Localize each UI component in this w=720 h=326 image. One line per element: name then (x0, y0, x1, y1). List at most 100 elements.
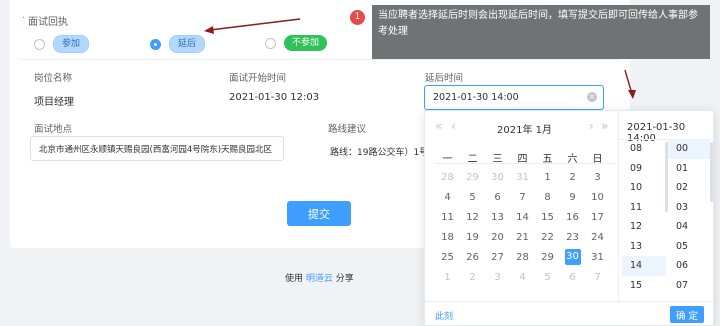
calendar-day[interactable]: 4 (435, 192, 460, 203)
radio-circle[interactable] (265, 37, 276, 49)
day-number: 12 (466, 211, 479, 223)
calendar-day[interactable]: 17 (585, 212, 610, 223)
day-number: 4 (519, 271, 526, 283)
calendar-day[interactable]: 1 (535, 172, 560, 183)
minute-option[interactable]: 03 (668, 198, 710, 218)
start-time-value: 2021-01-30 12:03 (229, 92, 320, 103)
clear-icon[interactable]: × (587, 92, 597, 102)
hour-option[interactable]: 08 (622, 139, 666, 159)
minute-option[interactable]: 07 (668, 276, 710, 296)
radio-decline[interactable]: 不参加 (265, 35, 328, 51)
week-row: 1 2 3 4 5 6 7 (435, 267, 615, 287)
day-number: 17 (591, 211, 604, 223)
picker-footer-divider (425, 301, 713, 302)
now-link[interactable]: 此刻 (435, 309, 453, 322)
hour-list[interactable]: 08 09 10 11 12 13 14 15 (622, 139, 666, 295)
day-number: 21 (516, 231, 529, 243)
calendar-day[interactable]: 14 (510, 212, 535, 223)
footer-link[interactable]: 明道云 (306, 274, 333, 284)
calendar-day[interactable]: 27 (485, 252, 510, 263)
calendar-day[interactable]: 28 (510, 252, 535, 263)
minute-scrollbar[interactable] (710, 142, 713, 202)
delay-time-label: 延后时间 (425, 73, 464, 84)
calendar-day[interactable]: 22 (535, 232, 560, 243)
calendar-day[interactable]: 23 (560, 232, 585, 243)
calendar-day[interactable]: 15 (535, 212, 560, 223)
delay-time-value: 2021-01-30 14:00 (433, 92, 519, 103)
hour-option[interactable]: 11 (622, 198, 666, 218)
day-number: 2 (569, 171, 576, 183)
calendar-day[interactable]: 7 (510, 192, 535, 203)
calendar-day[interactable]: 4 (510, 272, 535, 283)
minute-option[interactable]: 00 (668, 139, 710, 159)
calendar-day[interactable]: 13 (485, 212, 510, 223)
calendar-day[interactable]: 7 (585, 272, 610, 283)
delay-time-input[interactable]: 2021-01-30 14:00 × (424, 85, 604, 110)
calendar-day[interactable]: 31 (510, 172, 535, 183)
calendar-day[interactable]: 19 (460, 232, 485, 243)
calendar-day[interactable]: 8 (535, 192, 560, 203)
calendar-day[interactable]: 3 (585, 172, 610, 183)
calendar-day[interactable]: 16 (560, 212, 585, 223)
calendar-day[interactable]: 1 (435, 272, 460, 283)
calendar-day[interactable]: 30 (485, 172, 510, 183)
calendar-divider (435, 163, 615, 164)
day-number: 20 (491, 231, 504, 243)
calendar-day[interactable]: 2 (560, 172, 585, 183)
minute-option[interactable]: 02 (668, 178, 710, 198)
calendar-day[interactable]: 29 (460, 172, 485, 183)
minute-option[interactable]: 01 (668, 159, 710, 179)
next-month-icon[interactable]: › (589, 119, 594, 133)
calendar-day[interactable]: 5 (460, 192, 485, 203)
calendar-day[interactable]: 3 (485, 272, 510, 283)
calendar-day[interactable]: 28 (435, 172, 460, 183)
day-number: 27 (491, 251, 504, 263)
day-number: 30 (564, 249, 581, 265)
hour-option[interactable]: 09 (622, 159, 666, 179)
calendar-day[interactable]: 24 (585, 232, 610, 243)
radio-circle[interactable] (34, 38, 45, 50)
day-number: 4 (444, 191, 451, 203)
calendar-day[interactable]: 11 (435, 212, 460, 223)
radio-circle-checked[interactable] (150, 38, 161, 50)
calendar-header: « ‹ 2021年 1月 › » (425, 119, 615, 137)
prev-month-icon[interactable]: ‹ (451, 119, 456, 133)
hour-option[interactable]: 10 (622, 178, 666, 198)
calendar-day[interactable]: 21 (510, 232, 535, 243)
location-field[interactable]: 北京市通州区永顺镇天赐良园(西富河园4号院东)天赐良园北区 (30, 136, 284, 161)
hour-option[interactable]: 12 (622, 217, 666, 237)
calendar-day[interactable]: 6 (560, 272, 585, 283)
day-number: 28 (516, 251, 529, 263)
hour-option[interactable]: 15 (622, 276, 666, 296)
calendar-day[interactable]: 5 (535, 272, 560, 283)
calendar-day[interactable]: 6 (485, 192, 510, 203)
minute-option[interactable]: 06 (668, 256, 710, 276)
confirm-button[interactable]: 确 定 (670, 306, 704, 323)
datetime-picker: « ‹ 2021年 1月 › » 一 二 三 四 五 六 日 28 29 30 31 1… (424, 110, 715, 326)
calendar-day[interactable]: 2 (460, 272, 485, 283)
day-number: 18 (441, 231, 454, 243)
calendar-day[interactable]: 10 (585, 192, 610, 203)
required-mark: · (22, 13, 26, 24)
radio-postpone[interactable]: 延后 (150, 35, 206, 53)
submit-button[interactable]: 提交 (287, 201, 351, 226)
calendar-day[interactable]: 26 (460, 252, 485, 263)
minute-option[interactable]: 05 (668, 237, 710, 257)
day-number: 30 (491, 171, 504, 183)
hour-option[interactable]: 13 (622, 237, 666, 257)
calendar-day[interactable]: 18 (435, 232, 460, 243)
calendar-day[interactable]: 25 (435, 252, 460, 263)
calendar-day[interactable]: 20 (485, 232, 510, 243)
calendar-day[interactable]: 9 (560, 192, 585, 203)
radio-attend[interactable]: 参加 (34, 35, 90, 53)
calendar-day[interactable]: 30 (560, 249, 585, 265)
next-year-icon[interactable]: » (601, 119, 608, 133)
week-row: 28 29 30 31 1 2 3 (435, 167, 615, 187)
calendar-day[interactable]: 12 (460, 212, 485, 223)
prev-year-icon[interactable]: « (435, 119, 442, 133)
calendar-day[interactable]: 31 (585, 252, 610, 263)
hour-option[interactable]: 14 (622, 256, 666, 276)
minute-list[interactable]: 00 01 02 03 04 05 06 07 (668, 139, 710, 295)
minute-option[interactable]: 04 (668, 217, 710, 237)
calendar-day[interactable]: 29 (535, 252, 560, 263)
